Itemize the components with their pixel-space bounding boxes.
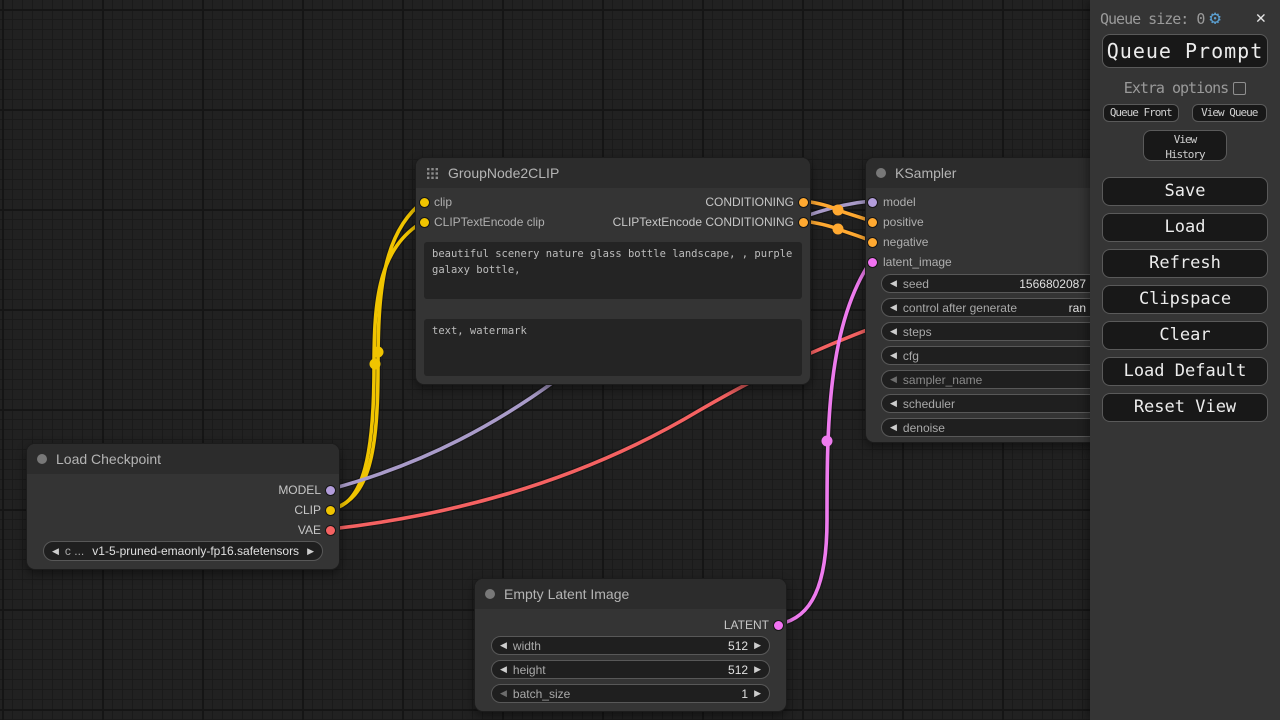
decrement-arrow-icon[interactable]: ◀: [890, 351, 897, 360]
collapse-dot-icon[interactable]: [876, 168, 886, 178]
output-label: CONDITIONING: [705, 195, 794, 209]
decrement-arrow-icon[interactable]: ◀: [890, 303, 897, 312]
node-groupnode2clip[interactable]: GroupNode2CLIP clip CLIPTextEncode clip …: [415, 157, 811, 385]
input-label: CLIPTextEncode clip: [434, 215, 545, 229]
comfy-menu: Queue size: 0 ⚙ ✕ Queue Prompt Extra opt…: [1090, 0, 1280, 720]
link-dot[interactable]: [833, 205, 844, 216]
output-label: MODEL: [278, 483, 321, 497]
node-title: GroupNode2CLIP: [448, 165, 559, 181]
decrement-arrow-icon[interactable]: ◀: [500, 689, 507, 698]
app-window: GroupNode2CLIP clip CLIPTextEncode clip …: [0, 0, 1280, 720]
widget-sampler-name[interactable]: ◀ sampler_name: [881, 370, 1121, 389]
increment-arrow-icon[interactable]: ▶: [754, 689, 761, 698]
reset-view-button[interactable]: Reset View: [1102, 393, 1268, 422]
link-dot[interactable]: [370, 359, 381, 370]
input-label: positive: [883, 215, 924, 229]
decrement-arrow-icon[interactable]: ◀: [890, 279, 897, 288]
refresh-button[interactable]: Refresh: [1102, 249, 1268, 278]
next-arrow-icon[interactable]: ▶: [307, 547, 314, 556]
output-label: VAE: [298, 523, 321, 537]
widget-ckpt-name[interactable]: ◀ c ... v1-5-pruned-emaonly-fp16.safeten…: [43, 541, 323, 561]
node-title: Load Checkpoint: [56, 451, 161, 467]
clipspace-button[interactable]: Clipspace: [1102, 285, 1268, 314]
input-label: model: [883, 195, 916, 209]
widget-value: 1: [741, 687, 748, 701]
link-dot[interactable]: [822, 436, 833, 447]
input-slot-model[interactable]: [868, 198, 877, 207]
input-slot-negative[interactable]: [868, 238, 877, 247]
decrement-arrow-icon[interactable]: ◀: [500, 641, 507, 650]
input-slot-positive[interactable]: [868, 218, 877, 227]
node-load-checkpoint[interactable]: Load Checkpoint MODEL CLIP VAE ◀ c ... v…: [26, 443, 340, 570]
node-titlebar[interactable]: Load Checkpoint: [27, 444, 339, 474]
collapse-dot-icon[interactable]: [37, 454, 47, 464]
link-dot[interactable]: [373, 347, 384, 358]
widget-value: 512: [728, 663, 748, 677]
output-slot-model[interactable]: [326, 486, 335, 495]
output-label: LATENT: [724, 618, 769, 632]
load-button[interactable]: Load: [1102, 213, 1268, 242]
node-title: KSampler: [895, 165, 956, 181]
clear-button[interactable]: Clear: [1102, 321, 1268, 350]
increment-arrow-icon[interactable]: ▶: [754, 641, 761, 650]
node-titlebar[interactable]: Empty Latent Image: [475, 579, 786, 609]
node-titlebar[interactable]: GroupNode2CLIP: [416, 158, 810, 188]
positive-prompt-textarea[interactable]: beautiful scenery nature glass bottle la…: [424, 242, 802, 299]
output-slot-latent[interactable]: [774, 621, 783, 630]
node-empty-latent-image[interactable]: Empty Latent Image LATENT ◀ width 512 ▶ …: [474, 578, 787, 712]
widget-steps[interactable]: ◀ steps: [881, 322, 1121, 341]
link-dot[interactable]: [833, 224, 844, 235]
input-label: clip: [434, 195, 452, 209]
widget-value: 1566802087: [1019, 277, 1086, 291]
decrement-arrow-icon[interactable]: ◀: [890, 399, 897, 408]
widget-height[interactable]: ◀ height 512 ▶: [491, 660, 770, 679]
widget-width[interactable]: ◀ width 512 ▶: [491, 636, 770, 655]
extra-options-checkbox[interactable]: [1233, 82, 1246, 95]
decrement-arrow-icon[interactable]: ◀: [890, 375, 897, 384]
load-default-button[interactable]: Load Default: [1102, 357, 1268, 386]
decrement-arrow-icon[interactable]: ◀: [890, 327, 897, 336]
widget-batch-size[interactable]: ◀ batch_size 1 ▶: [491, 684, 770, 703]
output-slot-clip[interactable]: [326, 506, 335, 515]
input-slot-clip[interactable]: [420, 198, 429, 207]
collapse-dot-icon[interactable]: [485, 589, 495, 599]
widget-value: 512: [728, 639, 748, 653]
queue-prompt-button[interactable]: Queue Prompt: [1102, 34, 1268, 68]
group-node-icon: [426, 167, 439, 180]
widget-seed[interactable]: ◀ seed 1566802087: [881, 274, 1121, 293]
input-label: negative: [883, 235, 928, 249]
extra-options-label: Extra options: [1124, 79, 1228, 97]
save-button[interactable]: Save: [1102, 177, 1268, 206]
output-label: CLIPTextEncode CONDITIONING: [613, 215, 794, 229]
node-title: Empty Latent Image: [504, 586, 629, 602]
close-icon[interactable]: ✕: [1256, 10, 1266, 27]
negative-prompt-textarea[interactable]: text, watermark: [424, 319, 802, 376]
output-slot-vae[interactable]: [326, 526, 335, 535]
widget-value: v1-5-pruned-emaonly-fp16.safetensors: [92, 544, 299, 558]
decrement-arrow-icon[interactable]: ◀: [500, 665, 507, 674]
gear-icon[interactable]: ⚙: [1209, 9, 1220, 28]
view-history-button[interactable]: ViewHistory: [1143, 130, 1227, 161]
widget-value: ran: [1069, 301, 1086, 315]
output-slot-conditioning[interactable]: [799, 198, 808, 207]
widget-scheduler[interactable]: ◀ scheduler: [881, 394, 1121, 413]
input-slot-cliptextencode-clip[interactable]: [420, 218, 429, 227]
widget-control-after-generate[interactable]: ◀ control after generate ran: [881, 298, 1121, 317]
input-slot-latent-image[interactable]: [868, 258, 877, 267]
queue-size-value: 0: [1196, 10, 1204, 28]
prev-arrow-icon[interactable]: ◀: [52, 547, 59, 556]
output-slot-cliptextencode-conditioning[interactable]: [799, 218, 808, 227]
queue-size-label: Queue size: 0: [1100, 10, 1204, 28]
widget-cfg[interactable]: ◀ cfg: [881, 346, 1121, 365]
widget-denoise[interactable]: ◀ denoise: [881, 418, 1121, 437]
input-label: latent_image: [883, 255, 952, 269]
queue-front-button[interactable]: Queue Front: [1103, 104, 1179, 122]
view-queue-button[interactable]: View Queue: [1192, 104, 1268, 122]
output-label: CLIP: [294, 503, 321, 517]
increment-arrow-icon[interactable]: ▶: [754, 665, 761, 674]
decrement-arrow-icon[interactable]: ◀: [890, 423, 897, 432]
